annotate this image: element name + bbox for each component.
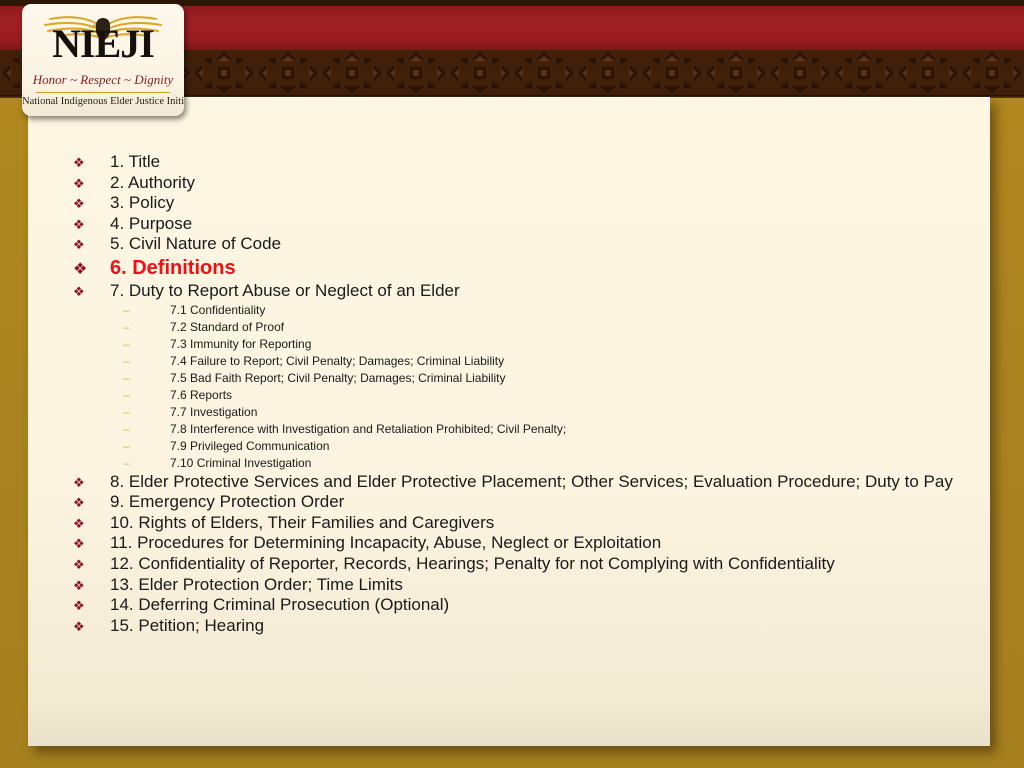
outline-item-label: 7.1 Confidentiality: [170, 302, 266, 317]
outline-item: ❖ 4. Purpose: [73, 214, 973, 235]
outline-item: ❖ 6. Definitions: [73, 255, 973, 281]
outline-item-label: 7.7 Investigation: [170, 404, 258, 419]
dash-bullet-icon: –: [123, 370, 130, 385]
outline-item-label: 4. Purpose: [110, 213, 193, 233]
dash-bullet-icon: –: [123, 319, 130, 334]
outline-item: – 7.7 Investigation: [73, 404, 973, 421]
nieji-logo: NIEJI Honor ~ Respect ~ Dignity National…: [22, 4, 184, 116]
outline-item: ❖ 8. Elder Protective Services and Elder …: [73, 472, 973, 493]
outline-item-label: 13. Elder Protection Order; Time Limits: [110, 574, 403, 594]
outline-item: – 7.8 Interference with Investigation and…: [73, 421, 973, 438]
outline-item: – 7.1 Confidentiality: [73, 302, 973, 319]
outline-item-label: 7.10 Criminal Investigation: [170, 455, 312, 470]
diamond-bullet-icon: ❖: [73, 536, 85, 552]
dash-bullet-icon: –: [123, 353, 130, 368]
diamond-bullet-icon: ❖: [73, 598, 85, 614]
outline-item: ❖ 5. Civil Nature of Code: [73, 234, 973, 255]
outline-item: ❖ 1. Title: [73, 152, 973, 173]
outline-item-label: 2. Authority: [110, 172, 196, 192]
outline-item: – 7.10 Criminal Investigation: [73, 455, 973, 472]
outline-item-label: 11. Procedures for Determining Incapacit…: [110, 533, 662, 553]
outline-item: – 7.6 Reports: [73, 387, 973, 404]
outline-item-label: 1. Title: [110, 152, 161, 171]
outline-item: – 7.2 Standard of Proof: [73, 319, 973, 336]
outline-item-label: 14. Deferring Criminal Prosecution (Opti…: [110, 595, 450, 615]
dash-bullet-icon: –: [123, 421, 130, 436]
outline-item: ❖ 12. Confidentiality of Reporter, Record…: [73, 554, 973, 575]
outline-item-label: 7.5 Bad Faith Report; Civil Penalty; Dam…: [170, 370, 506, 385]
logo-divider: [36, 92, 170, 93]
dash-bullet-icon: –: [123, 438, 130, 453]
outline-item: ❖ 11. Procedures for Determining Incapaci…: [73, 533, 973, 554]
diamond-bullet-icon: ❖: [73, 175, 85, 191]
dash-bullet-icon: –: [123, 336, 130, 351]
logo-subtitle: National Indigenous Elder Justice Initia…: [22, 96, 184, 107]
diamond-bullet-icon: ❖: [73, 577, 85, 593]
outline-item-label: 7.8 Interference with Investigation and …: [170, 421, 567, 436]
diamond-bullet-icon: ❖: [73, 260, 88, 278]
outline-list: ❖ 1. Title ❖ 2. Authority ❖ 3. Policy ❖ 4. Purp…: [73, 152, 973, 636]
outline-item-label: 10. Rights of Elders, Their Families and…: [110, 512, 495, 532]
outline-item-label: 7.4 Failure to Report; Civil Penalty; Da…: [170, 353, 505, 368]
outline-item-label: 8. Elder Protective Services and Elder P…: [110, 471, 953, 491]
outline-item: – 7.3 Immunity for Reporting: [73, 336, 973, 353]
slide-background: ❖ 1. Title ❖ 2. Authority ❖ 3. Policy ❖ 4. Purp…: [0, 0, 1024, 768]
outline-item: ❖ 15. Petition; Hearing: [73, 616, 973, 637]
logo-wordmark: NIEJI: [52, 21, 155, 66]
outline-item-label: 15. Petition; Hearing: [110, 615, 265, 635]
diamond-bullet-icon: ❖: [73, 237, 85, 253]
logo-motto: Honor ~ Respect ~ Dignity: [32, 72, 174, 87]
dash-bullet-icon: –: [123, 302, 130, 317]
outline-item: ❖ 7. Duty to Report Abuse or Neglect of a…: [73, 281, 973, 302]
content-card: ❖ 1. Title ❖ 2. Authority ❖ 3. Policy ❖ 4. Purp…: [28, 97, 990, 746]
outline-item-label: 3. Policy: [110, 193, 175, 213]
diamond-bullet-icon: ❖: [73, 283, 85, 299]
outline-item-label: 7.9 Privileged Communication: [170, 438, 330, 453]
outline-item: – 7.9 Privileged Communication: [73, 438, 973, 455]
outline-item-label: 12. Confidentiality of Reporter, Records…: [110, 553, 835, 573]
outline-item: ❖ 9. Emergency Protection Order: [73, 492, 973, 513]
diamond-bullet-icon: ❖: [73, 495, 85, 511]
outline-item: ❖ 13. Elder Protection Order; Time Limits: [73, 575, 973, 596]
outline-item: – 7.5 Bad Faith Report; Civil Penalty; Da…: [73, 370, 973, 387]
outline-item-label: 9. Emergency Protection Order: [110, 492, 345, 512]
dash-bullet-icon: –: [123, 404, 130, 419]
outline-item: ❖ 2. Authority: [73, 173, 973, 194]
diamond-bullet-icon: ❖: [73, 618, 85, 634]
outline-item-label: 7.6 Reports: [170, 387, 233, 402]
diamond-bullet-icon: ❖: [73, 216, 85, 232]
diamond-bullet-icon: ❖: [73, 474, 85, 490]
outline-item-label: 5. Civil Nature of Code: [110, 234, 282, 254]
outline-item: – 7.4 Failure to Report; Civil Penalty; D…: [73, 353, 973, 370]
outline-item: ❖ 10. Rights of Elders, Their Families an…: [73, 513, 973, 534]
dash-bullet-icon: –: [123, 455, 130, 470]
diamond-bullet-icon: ❖: [73, 196, 85, 212]
diamond-bullet-icon: ❖: [73, 515, 85, 531]
dash-bullet-icon: –: [123, 387, 130, 402]
outline-item-label: 6. Definitions: [110, 256, 236, 279]
diamond-bullet-icon: ❖: [73, 556, 85, 572]
outline-item-label: 7.3 Immunity for Reporting: [170, 336, 312, 351]
diamond-bullet-icon: ❖: [73, 155, 85, 170]
outline-item: ❖ 3. Policy: [73, 193, 973, 214]
outline-item: ❖ 14. Deferring Criminal Prosecution (Opt…: [73, 595, 973, 616]
outline-item-label: 7. Duty to Report Abuse or Neglect of an…: [110, 280, 460, 300]
outline-item-label: 7.2 Standard of Proof: [170, 319, 285, 334]
